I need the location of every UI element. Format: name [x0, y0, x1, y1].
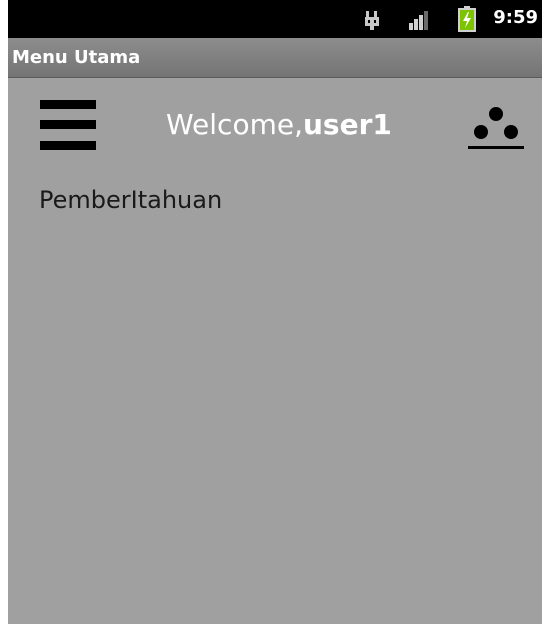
clock: 9:59 [493, 7, 538, 28]
welcome-prefix: Welcome, [166, 108, 303, 141]
page-title: Menu Utama [12, 47, 141, 68]
app-screen: 9:59 Menu Utama Welcome,user1 PemberItah… [8, 0, 542, 624]
welcome-text: Welcome,user1 [166, 108, 392, 141]
title-bar: Menu Utama [8, 38, 542, 78]
username: user1 [302, 108, 392, 141]
header-row: Welcome,user1 [8, 78, 542, 168]
usb-icon [364, 9, 380, 35]
share-icon[interactable] [468, 102, 524, 154]
battery-charging-icon [458, 6, 476, 36]
hamburger-menu-icon[interactable] [40, 100, 96, 150]
status-bar: 9:59 [8, 0, 542, 38]
signal-icon [408, 9, 430, 35]
notification-label[interactable]: PemberItahuan [39, 186, 222, 214]
